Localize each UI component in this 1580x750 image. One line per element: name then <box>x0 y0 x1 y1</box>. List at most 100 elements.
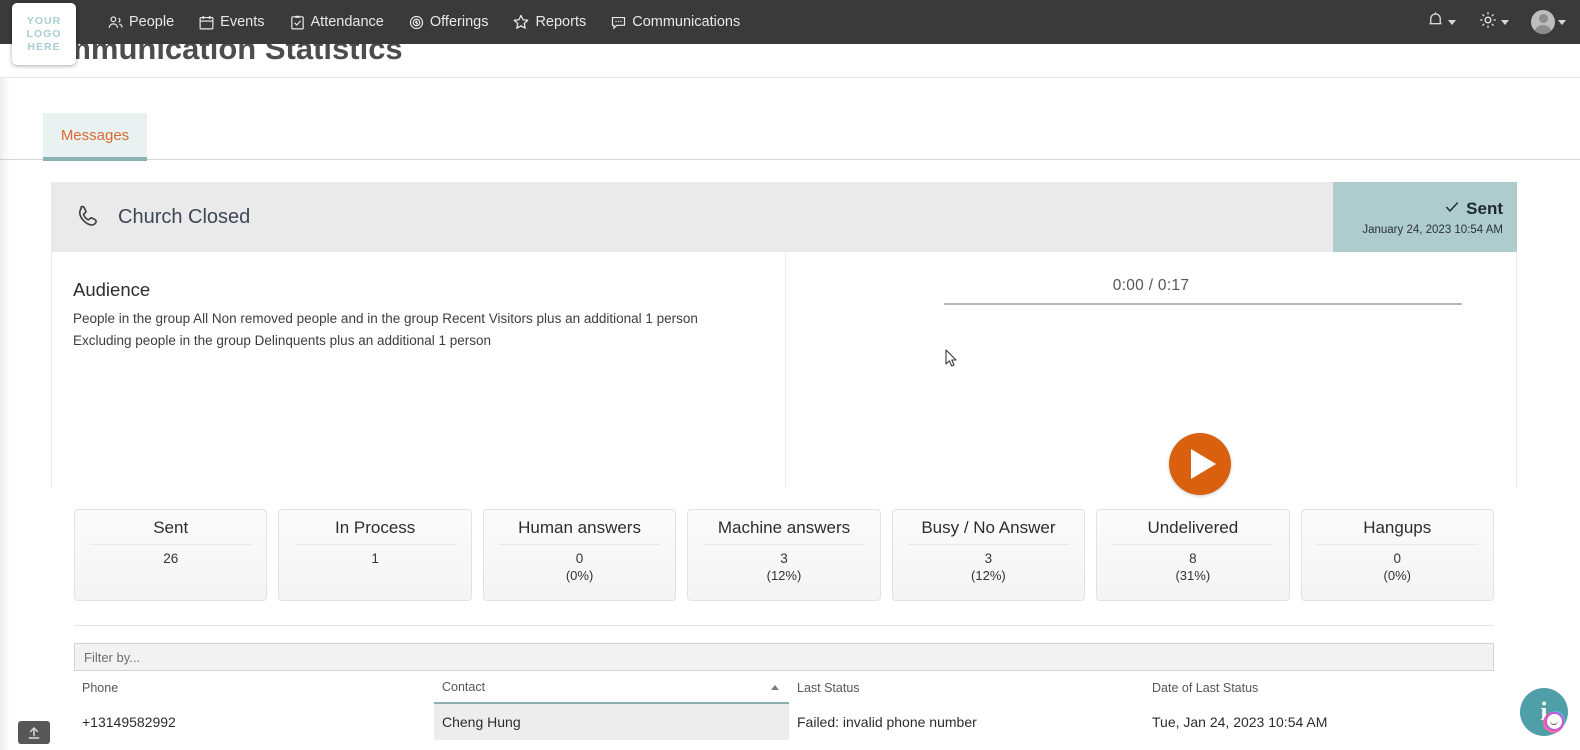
nav-item-offerings[interactable]: Offerings <box>396 0 501 44</box>
stat-rule <box>294 544 456 545</box>
stat-sent: Sent 26 <box>74 509 268 601</box>
audience-heading: Audience <box>73 279 151 300</box>
tab-bar-underline <box>0 159 1580 160</box>
cell-contact: Cheng Hung <box>434 703 789 740</box>
stat-rule <box>90 544 252 545</box>
column-header-contact[interactable]: Contact <box>434 675 789 704</box>
tab-label: Messages <box>60 126 130 144</box>
nav-right-group <box>1426 0 1566 44</box>
account-button[interactable] <box>1531 10 1566 34</box>
stat-percent: (31%) <box>1175 568 1211 583</box>
tab-messages[interactable]: Messages <box>43 113 147 161</box>
stat-human-answers: Human answers 0 (0%) <box>482 509 677 601</box>
stat-title: Undelivered <box>1147 518 1239 537</box>
stat-percent: (12%) <box>766 568 802 583</box>
audio-player: 0:00 / 0:17 <box>785 252 1517 495</box>
logo-line-1: YOUR <box>26 14 62 27</box>
stat-value: 26 <box>163 551 179 566</box>
stat-title: Human answers <box>518 518 641 537</box>
stat-title: Busy / No Answer <box>921 518 1056 537</box>
top-navigation-bar: People Events Attendance Offerings Repor… <box>0 0 1580 44</box>
avatar-icon <box>1531 10 1555 34</box>
calendar-icon <box>198 14 215 31</box>
nav-item-communications[interactable]: Communications <box>598 0 752 44</box>
assistant-face-icon <box>1545 712 1564 731</box>
nav-item-label: Attendance <box>310 14 384 30</box>
upload-button[interactable] <box>18 721 50 744</box>
statistics-row: Sent 26 In Process 1 Human answers 0 (0%… <box>51 509 1517 601</box>
stat-title: Hangups <box>1363 518 1432 537</box>
stat-value: 0 <box>1393 551 1401 566</box>
nav-item-label: Reports <box>535 14 587 30</box>
column-header-label: Last Status <box>797 680 860 695</box>
phone-icon <box>75 203 103 231</box>
nav-item-people[interactable]: People <box>95 0 186 44</box>
play-icon <box>1191 449 1216 479</box>
column-header-label: Phone <box>82 680 119 695</box>
star-icon <box>512 13 530 31</box>
chevron-down-icon <box>1448 19 1456 25</box>
nav-item-reports[interactable]: Reports <box>500 0 598 44</box>
cell-phone: +13149582992 <box>82 713 176 730</box>
column-header-last-status[interactable]: Last Status <box>789 675 1144 703</box>
status-date: January 24, 2023 10:54 AM <box>1362 223 1503 236</box>
title-separator <box>0 77 1580 78</box>
gear-icon <box>1478 10 1498 35</box>
stat-busy-no-answer: Busy / No Answer 3 (12%) <box>891 509 1086 601</box>
results-table: Phone Contact Last Status Date of Last S… <box>74 675 1494 740</box>
cell-date-of-last-status: Tue, Jan 24, 2023 10:54 AM <box>1152 713 1328 730</box>
cell-last-status: Failed: invalid phone number <box>797 713 977 730</box>
message-card-body: Audience People in the group All Non rem… <box>51 252 1517 495</box>
stat-percent: (12%) <box>971 568 1006 583</box>
table-row[interactable]: +13149582992 Cheng Hung Failed: invalid … <box>74 703 1494 740</box>
audience-line-1: People in the group All Non removed peop… <box>73 311 698 326</box>
left-edge-shadow <box>0 78 10 750</box>
stat-title: In Process <box>334 518 416 537</box>
column-header-label: Date of Last Status <box>1152 680 1259 695</box>
bell-icon <box>1426 10 1445 34</box>
table-header-row: Phone Contact Last Status Date of Last S… <box>74 675 1494 704</box>
stat-value: 0 <box>575 551 584 566</box>
nav-item-label: People <box>129 14 175 30</box>
audience-line-2: Excluding people in the group Delinquent… <box>73 333 492 348</box>
stat-hangups: Hangups 0 (0%) <box>1300 509 1494 601</box>
stat-title: Machine answers <box>717 518 851 537</box>
stat-percent: (0%) <box>565 568 594 583</box>
nav-item-label: Communications <box>632 14 741 30</box>
sort-ascending-icon <box>771 685 779 690</box>
play-button[interactable] <box>1169 433 1231 495</box>
stat-value: 8 <box>1189 551 1197 566</box>
logo-line-2: LOGO <box>26 27 62 40</box>
stat-in-process: In Process 1 <box>278 509 472 601</box>
column-header-phone[interactable]: Phone <box>74 675 434 703</box>
stat-value: 3 <box>780 551 788 566</box>
status-badge: Sent January 24, 2023 10:54 AM <box>1333 182 1517 252</box>
column-header-date-of-last-status[interactable]: Date of Last Status <box>1144 675 1494 703</box>
message-card-header: Church Closed Sent January 24, 2023 10:5… <box>51 182 1517 252</box>
stat-title: Sent <box>153 518 189 537</box>
chevron-down-icon <box>1501 19 1509 25</box>
primary-nav: People Events Attendance Offerings Repor… <box>95 0 752 44</box>
stat-value: 3 <box>984 551 993 566</box>
filter-input[interactable] <box>74 643 1494 671</box>
logo[interactable]: YOUR LOGO HERE <box>12 3 76 65</box>
help-assistant-button[interactable]: i <box>1520 688 1568 736</box>
coin-dollar-icon <box>408 14 425 31</box>
player-progress-bar[interactable] <box>944 303 1462 305</box>
nav-item-events[interactable]: Events <box>186 0 276 44</box>
stats-bottom-divider <box>74 625 1494 626</box>
notifications-button[interactable] <box>1426 10 1456 34</box>
nav-item-attendance[interactable]: Attendance <box>277 0 396 44</box>
stat-rule <box>1316 544 1478 545</box>
app-root: People Events Attendance Offerings Repor… <box>0 0 1580 750</box>
column-header-label: Contact <box>442 680 486 694</box>
tab-bar: Messages <box>0 113 1580 161</box>
people-icon <box>107 14 124 31</box>
nav-item-label: Offerings <box>429 14 489 30</box>
chevron-down-icon <box>1558 19 1566 25</box>
nav-item-label: Events <box>220 14 265 30</box>
stat-rule <box>1112 544 1274 545</box>
settings-button[interactable] <box>1478 10 1509 35</box>
status-label: Sent <box>1466 199 1503 218</box>
message-card: Church Closed Sent January 24, 2023 10:5… <box>51 182 1517 495</box>
